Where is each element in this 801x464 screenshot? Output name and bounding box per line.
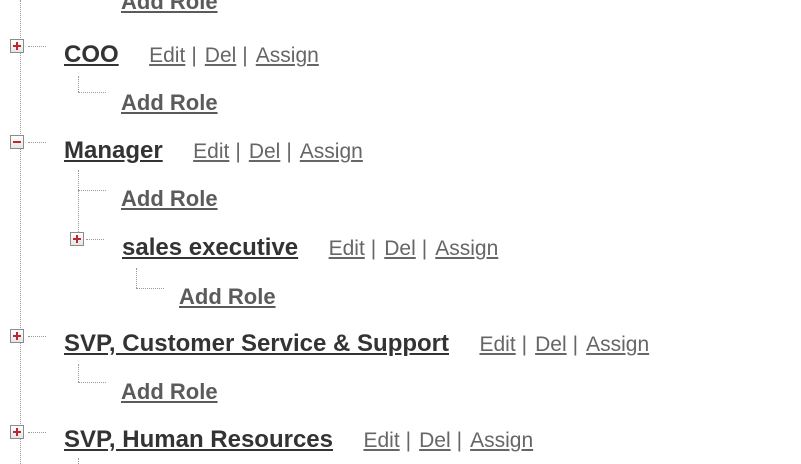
separator: | [572, 333, 579, 356]
node-actions: Edit | Del | Assign [479, 333, 649, 356]
add-role-row: Add Role [121, 0, 218, 18]
delete-link[interactable]: Del [384, 237, 416, 260]
tree-node-svp-human-resources: SVP, Human Resources Edit | Del | Assign [64, 424, 533, 456]
separator: | [405, 429, 412, 452]
node-actions: Edit | Del | Assign [193, 140, 363, 163]
add-role-link[interactable]: Add Role [179, 284, 276, 309]
add-role-row: Add Role [121, 376, 218, 408]
tree-node-sales-executive: sales executive Edit | Del | Assign [122, 232, 498, 264]
add-role-link[interactable]: Add Role [121, 90, 218, 115]
tree-connector-line [28, 142, 46, 143]
expand-icon[interactable] [10, 39, 24, 53]
edit-link[interactable]: Edit [479, 333, 515, 356]
expand-icon[interactable] [70, 232, 84, 246]
tree-connector-line [78, 364, 79, 382]
role-hierarchy-tree: Add Role COO Edit | Del | Assign Add Role Ma… [0, 0, 801, 464]
delete-link[interactable]: Del [535, 333, 567, 356]
node-label[interactable]: COO [64, 41, 119, 68]
edit-link[interactable]: Edit [363, 429, 399, 452]
tree-connector-line [20, 0, 21, 464]
separator: | [521, 333, 528, 356]
tree-connector-line [78, 92, 106, 93]
node-actions: Edit | Del | Assign [329, 237, 499, 260]
separator: | [235, 140, 241, 163]
tree-connector-line [136, 288, 164, 289]
assign-link[interactable]: Assign [256, 44, 319, 67]
tree-connector-line [86, 239, 104, 240]
tree-connector-line [78, 76, 79, 92]
tree-node-svp-customer-service: SVP, Customer Service & Support Edit | Del… [64, 328, 649, 360]
node-label[interactable]: Manager [64, 137, 163, 164]
tree-connector-line [28, 336, 46, 337]
assign-link[interactable]: Assign [435, 237, 498, 260]
tree-node-coo: COO Edit | Del | Assign [64, 39, 319, 71]
separator: | [370, 237, 377, 260]
tree-connector-line [78, 458, 79, 464]
node-label[interactable]: SVP, Human Resources [64, 426, 333, 453]
assign-link[interactable]: Assign [300, 140, 363, 163]
add-role-link[interactable]: Add Role [121, 0, 218, 14]
assign-link[interactable]: Assign [586, 333, 649, 356]
tree-node-manager: Manager Edit | Del | Assign [64, 135, 363, 167]
tree-connector-line [136, 268, 137, 288]
add-role-link[interactable]: Add Role [121, 186, 218, 211]
tree-connector-line [78, 190, 106, 191]
separator: | [286, 140, 292, 163]
edit-link[interactable]: Edit [149, 44, 185, 67]
edit-link[interactable]: Edit [329, 237, 365, 260]
node-actions: Edit | Del | Assign [363, 429, 533, 452]
expand-icon[interactable] [10, 425, 24, 439]
tree-connector-line [28, 432, 46, 433]
tree-connector-line [78, 382, 106, 383]
separator: | [421, 237, 428, 260]
edit-link[interactable]: Edit [193, 140, 229, 163]
tree-connector-line [28, 46, 46, 47]
node-actions: Edit | Del | Assign [149, 44, 319, 67]
node-label[interactable]: sales executive [122, 234, 298, 261]
separator: | [456, 429, 463, 452]
separator: | [242, 44, 248, 67]
add-role-row: Add Role [179, 281, 276, 313]
tree-connector-line [78, 170, 79, 234]
separator: | [191, 44, 197, 67]
node-label[interactable]: SVP, Customer Service & Support [64, 330, 449, 357]
assign-link[interactable]: Assign [470, 429, 533, 452]
collapse-icon[interactable] [10, 135, 24, 149]
add-role-row: Add Role [121, 183, 218, 215]
add-role-row: Add Role [121, 87, 218, 119]
delete-link[interactable]: Del [249, 140, 281, 163]
expand-icon[interactable] [10, 329, 24, 343]
add-role-link[interactable]: Add Role [121, 379, 218, 404]
delete-link[interactable]: Del [419, 429, 451, 452]
delete-link[interactable]: Del [205, 44, 237, 67]
